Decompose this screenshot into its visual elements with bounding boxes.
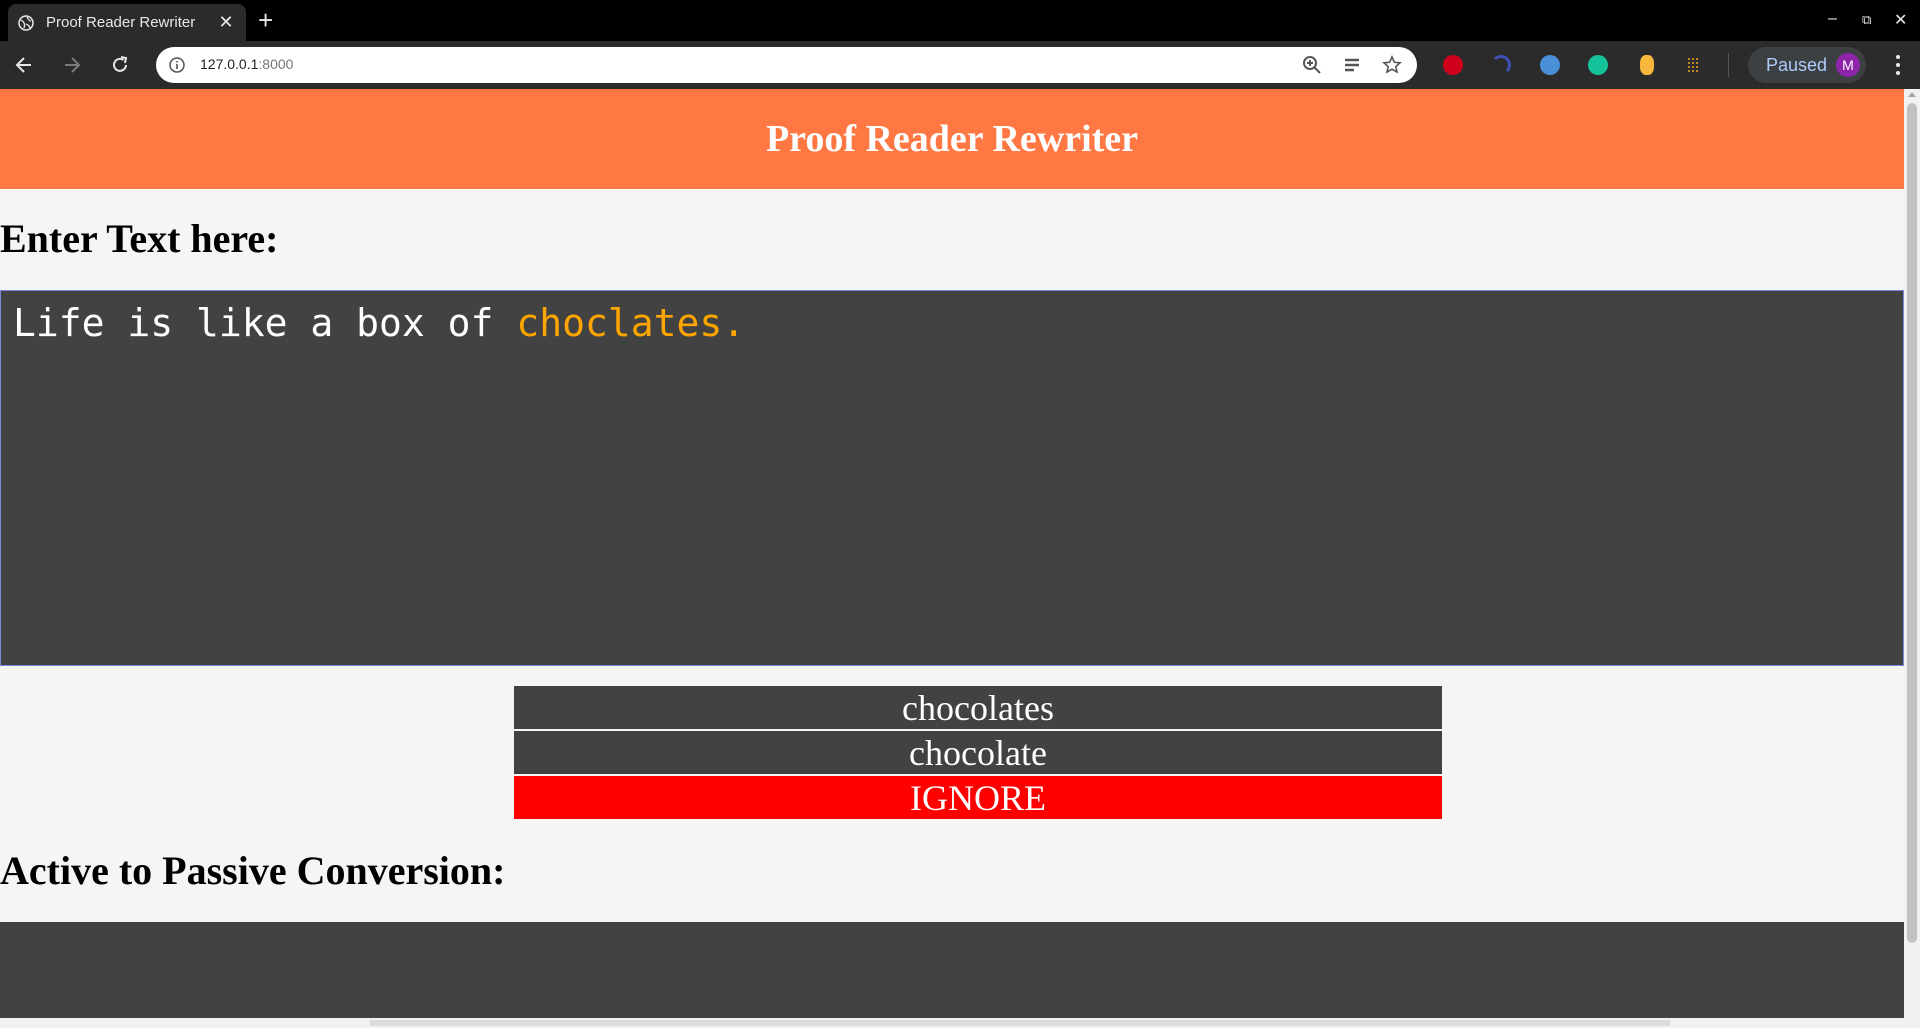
back-icon[interactable] bbox=[12, 53, 36, 77]
horizontal-scrollbar-thumb[interactable] bbox=[370, 1020, 1670, 1026]
profile-status: Paused bbox=[1766, 54, 1828, 75]
passive-label: Active to Passive Conversion: bbox=[0, 848, 506, 893]
stop-extension-icon[interactable] bbox=[1443, 55, 1463, 75]
window-close-icon[interactable]: ✕ bbox=[1894, 10, 1907, 30]
browser-tab-bar: Proof Reader Rewriter ✕ + – ⧉ ✕ bbox=[0, 0, 1920, 41]
kebab-menu-icon[interactable] bbox=[1888, 53, 1908, 77]
scroll-up-icon[interactable] bbox=[1908, 92, 1916, 97]
zoom-icon[interactable] bbox=[1302, 55, 1322, 75]
suggestion-item[interactable]: chocolate bbox=[514, 731, 1442, 774]
reading-list-icon[interactable] bbox=[1342, 55, 1362, 75]
browser-toolbar: 127.0.0.1:8000 Paused M bbox=[0, 41, 1920, 89]
globe-icon bbox=[18, 14, 34, 31]
avatar: M bbox=[1836, 53, 1860, 77]
info-icon[interactable] bbox=[168, 56, 186, 74]
misspelled-word[interactable]: choclates. bbox=[516, 301, 745, 345]
url-port: :8000 bbox=[258, 56, 294, 72]
compose-extension-icon[interactable] bbox=[1540, 55, 1560, 75]
vertical-scrollbar[interactable] bbox=[1904, 89, 1920, 1028]
tab-title: Proof Reader Rewriter bbox=[46, 14, 196, 31]
page-viewport: Proof Reader Rewriter Enter Text here: L… bbox=[0, 89, 1904, 1028]
browser-tab[interactable]: Proof Reader Rewriter ✕ bbox=[8, 4, 246, 41]
ignore-button[interactable]: IGNORE bbox=[514, 776, 1442, 819]
url-host: 127.0.0.1 bbox=[200, 56, 259, 72]
page-header: Proof Reader Rewriter bbox=[0, 89, 1904, 189]
reload-icon[interactable] bbox=[108, 53, 132, 77]
url-text: 127.0.0.1:8000 bbox=[200, 56, 293, 72]
bookmark-star-icon[interactable] bbox=[1382, 55, 1402, 75]
text-editor[interactable]: Life is like a box of choclates. bbox=[0, 290, 1904, 666]
forward-icon[interactable] bbox=[60, 53, 84, 77]
passive-output[interactable] bbox=[0, 922, 1904, 1028]
bulb-extension-icon[interactable] bbox=[1640, 55, 1654, 75]
minimize-icon[interactable]: – bbox=[1828, 10, 1837, 28]
tab-close-icon[interactable]: ✕ bbox=[216, 12, 236, 33]
moon-extension-icon[interactable] bbox=[1491, 55, 1511, 75]
horizontal-scrollbar[interactable] bbox=[0, 1018, 1904, 1028]
restore-icon[interactable]: ⧉ bbox=[1862, 12, 1871, 28]
grammarly-icon[interactable] bbox=[1588, 55, 1608, 75]
input-text: Life is like a box of bbox=[13, 301, 517, 345]
page-title: Proof Reader Rewriter bbox=[765, 118, 1139, 160]
list-extension-icon[interactable] bbox=[1684, 55, 1704, 75]
profile-button[interactable]: Paused M bbox=[1748, 47, 1866, 83]
scrollbar-thumb[interactable] bbox=[1907, 103, 1917, 943]
suggestion-item[interactable]: chocolates bbox=[514, 686, 1442, 729]
suggestion-list: chocolates chocolate IGNORE bbox=[514, 686, 1442, 821]
address-bar[interactable]: 127.0.0.1:8000 bbox=[156, 47, 1417, 83]
toolbar-separator bbox=[1728, 53, 1729, 77]
new-tab-button[interactable]: + bbox=[258, 6, 273, 34]
input-label: Enter Text here: bbox=[0, 216, 279, 261]
